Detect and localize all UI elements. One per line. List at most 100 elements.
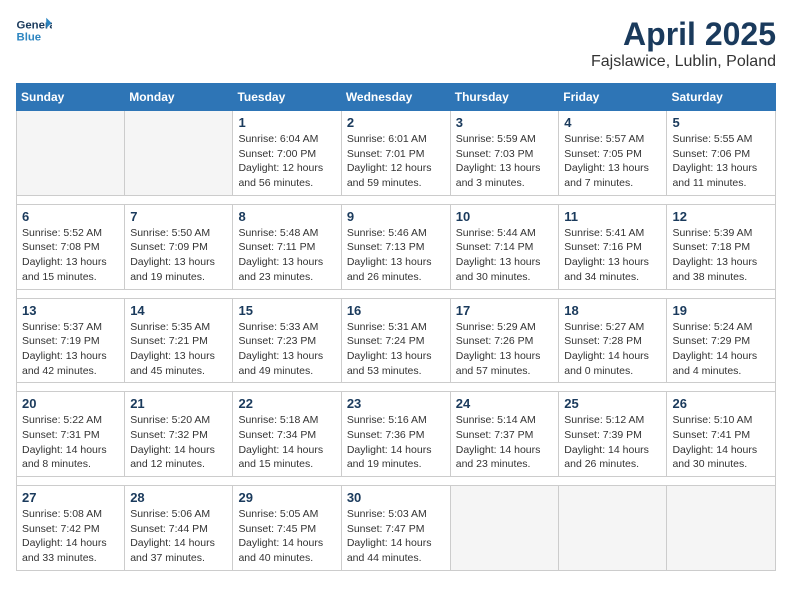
day-cell: 12 Sunrise: 5:39 AM Sunset: 7:18 PM Dayli… [667,204,776,289]
day-info: Sunrise: 5:35 AM Sunset: 7:21 PM Dayligh… [130,320,227,379]
week-separator [17,477,776,486]
day-number: 3 [456,115,554,130]
day-info: Sunrise: 5:27 AM Sunset: 7:28 PM Dayligh… [564,320,661,379]
week-separator [17,383,776,392]
day-info: Sunrise: 5:46 AM Sunset: 7:13 PM Dayligh… [347,226,445,285]
day-cell: 27 Sunrise: 5:08 AM Sunset: 7:42 PM Dayli… [17,486,125,571]
day-cell: 9 Sunrise: 5:46 AM Sunset: 7:13 PM Daylig… [341,204,450,289]
day-cell: 20 Sunrise: 5:22 AM Sunset: 7:31 PM Dayli… [17,392,125,477]
day-number: 26 [672,396,770,411]
day-cell [17,111,125,196]
day-cell [667,486,776,571]
day-cell: 28Sunrise: 5:06 AM Sunset: 7:44 PM Dayli… [125,486,233,571]
day-cell: 19Sunrise: 5:24 AM Sunset: 7:29 PM Dayli… [667,298,776,383]
day-number: 14 [130,303,227,318]
day-cell: 3 Sunrise: 5:59 AM Sunset: 7:03 PM Daylig… [450,111,559,196]
day-number: 9 [347,209,445,224]
day-info: Sunrise: 5:55 AM Sunset: 7:06 PM Dayligh… [672,132,770,191]
day-number: 20 [22,396,119,411]
day-info: Sunrise: 5:10 AM Sunset: 7:41 PM Dayligh… [672,413,770,472]
day-cell: 8 Sunrise: 5:48 AM Sunset: 7:11 PM Daylig… [233,204,341,289]
weekday-header-monday: Monday [125,84,233,111]
day-cell: 15 Sunrise: 5:33 AM Sunset: 7:23 PM Dayli… [233,298,341,383]
day-cell: 4Sunrise: 5:57 AM Sunset: 7:05 PM Daylig… [559,111,667,196]
day-cell [559,486,667,571]
day-info: Sunrise: 5:33 AM Sunset: 7:23 PM Dayligh… [238,320,335,379]
day-cell: 11 Sunrise: 5:41 AM Sunset: 7:16 PM Dayli… [559,204,667,289]
day-number: 24 [456,396,554,411]
day-info: Sunrise: 5:50 AM Sunset: 7:09 PM Dayligh… [130,226,227,285]
day-number: 13 [22,303,119,318]
day-info: Sunrise: 5:08 AM Sunset: 7:42 PM Dayligh… [22,507,119,566]
day-number: 11 [564,209,661,224]
separator-cell [17,477,776,486]
day-number: 2 [347,115,445,130]
day-number: 23 [347,396,445,411]
day-number: 27 [22,490,119,505]
day-info: Sunrise: 5:22 AM Sunset: 7:31 PM Dayligh… [22,413,119,472]
day-info: Sunrise: 5:03 AM Sunset: 7:47 PM Dayligh… [347,507,445,566]
day-info: Sunrise: 5:06 AM Sunset: 7:44 PM Dayligh… [130,507,227,566]
day-info: Sunrise: 5:37 AM Sunset: 7:19 PM Dayligh… [22,320,119,379]
day-cell: 30 Sunrise: 5:03 AM Sunset: 7:47 PM Dayli… [341,486,450,571]
day-number: 15 [238,303,335,318]
day-info: Sunrise: 5:48 AM Sunset: 7:11 PM Dayligh… [238,226,335,285]
day-info: Sunrise: 5:31 AM Sunset: 7:24 PM Dayligh… [347,320,445,379]
weekday-header-tuesday: Tuesday [233,84,341,111]
separator-cell [17,383,776,392]
logo-icon: General Blue [16,16,52,44]
day-info: Sunrise: 5:59 AM Sunset: 7:03 PM Dayligh… [456,132,554,191]
day-cell: 25Sunrise: 5:12 AM Sunset: 7:39 PM Dayli… [559,392,667,477]
weekday-header-thursday: Thursday [450,84,559,111]
location-title: Fajslawice, Lublin, Poland [591,53,776,71]
calendar: SundayMondayTuesdayWednesdayThursdayFrid… [16,83,776,571]
day-number: 18 [564,303,661,318]
separator-cell [17,289,776,298]
day-number: 12 [672,209,770,224]
day-cell: 10Sunrise: 5:44 AM Sunset: 7:14 PM Dayli… [450,204,559,289]
day-number: 29 [238,490,335,505]
day-cell: 23Sunrise: 5:16 AM Sunset: 7:36 PM Dayli… [341,392,450,477]
day-number: 25 [564,396,661,411]
day-info: Sunrise: 5:29 AM Sunset: 7:26 PM Dayligh… [456,320,554,379]
day-number: 4 [564,115,661,130]
day-cell: 22Sunrise: 5:18 AM Sunset: 7:34 PM Dayli… [233,392,341,477]
day-info: Sunrise: 5:41 AM Sunset: 7:16 PM Dayligh… [564,226,661,285]
day-info: Sunrise: 5:18 AM Sunset: 7:34 PM Dayligh… [238,413,335,472]
week-row-1: 1 Sunrise: 6:04 AM Sunset: 7:00 PM Daylig… [17,111,776,196]
day-number: 6 [22,209,119,224]
week-row-3: 13 Sunrise: 5:37 AM Sunset: 7:19 PM Dayli… [17,298,776,383]
day-info: Sunrise: 6:04 AM Sunset: 7:00 PM Dayligh… [238,132,335,191]
day-cell: 14 Sunrise: 5:35 AM Sunset: 7:21 PM Dayli… [125,298,233,383]
day-cell: 24 Sunrise: 5:14 AM Sunset: 7:37 PM Dayli… [450,392,559,477]
day-cell: 2 Sunrise: 6:01 AM Sunset: 7:01 PM Daylig… [341,111,450,196]
day-number: 7 [130,209,227,224]
week-row-4: 20 Sunrise: 5:22 AM Sunset: 7:31 PM Dayli… [17,392,776,477]
svg-text:Blue: Blue [17,32,42,44]
day-info: Sunrise: 5:20 AM Sunset: 7:32 PM Dayligh… [130,413,227,472]
day-number: 21 [130,396,227,411]
day-number: 10 [456,209,554,224]
week-row-5: 27 Sunrise: 5:08 AM Sunset: 7:42 PM Dayli… [17,486,776,571]
week-row-2: 6Sunrise: 5:52 AM Sunset: 7:08 PM Daylig… [17,204,776,289]
day-number: 16 [347,303,445,318]
day-cell: 1 Sunrise: 6:04 AM Sunset: 7:00 PM Daylig… [233,111,341,196]
day-info: Sunrise: 6:01 AM Sunset: 7:01 PM Dayligh… [347,132,445,191]
day-info: Sunrise: 5:14 AM Sunset: 7:37 PM Dayligh… [456,413,554,472]
day-cell: 21 Sunrise: 5:20 AM Sunset: 7:32 PM Dayli… [125,392,233,477]
day-cell: 13 Sunrise: 5:37 AM Sunset: 7:19 PM Dayli… [17,298,125,383]
weekday-header-row: SundayMondayTuesdayWednesdayThursdayFrid… [17,84,776,111]
day-number: 8 [238,209,335,224]
day-cell: 7 Sunrise: 5:50 AM Sunset: 7:09 PM Daylig… [125,204,233,289]
header: General Blue April 2025 Fajslawice, Lubl… [16,16,776,71]
weekday-header-wednesday: Wednesday [341,84,450,111]
day-info: Sunrise: 5:39 AM Sunset: 7:18 PM Dayligh… [672,226,770,285]
day-number: 30 [347,490,445,505]
day-cell [450,486,559,571]
logo: General Blue [16,16,52,44]
separator-cell [17,195,776,204]
weekday-header-saturday: Saturday [667,84,776,111]
day-number: 5 [672,115,770,130]
day-number: 1 [238,115,335,130]
day-number: 19 [672,303,770,318]
